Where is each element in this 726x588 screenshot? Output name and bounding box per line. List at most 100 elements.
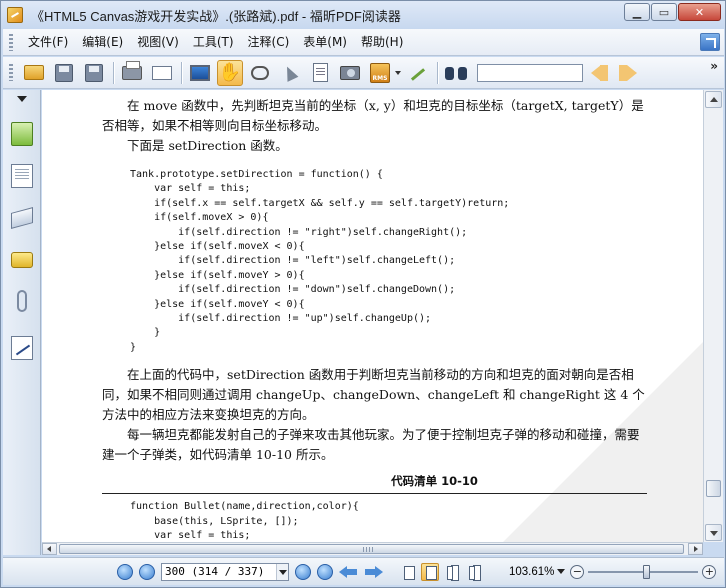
layers-icon[interactable] (11, 207, 33, 229)
horizontal-scrollbar[interactable] (42, 542, 703, 555)
find-next-icon[interactable] (617, 62, 639, 84)
title-bar: 《HTML5 Canvas游戏开发实战》.(张路斌).pdf - 福昕PDF阅读… (1, 1, 725, 29)
paragraph: 下面是 setDirection 函数。 (127, 138, 288, 153)
scroll-right-icon[interactable] (688, 543, 703, 555)
paragraph: 在上面的代码中，setDirection 函数用于判断坦克当前移动的方向和坦克的… (102, 367, 645, 423)
window-controls: ▁ ▭ ✕ (624, 3, 721, 21)
hand-tool-button[interactable]: ✋ (217, 59, 243, 86)
scroll-down-icon[interactable] (705, 524, 722, 541)
comments-icon[interactable] (11, 252, 33, 268)
toolbar-separator (437, 61, 438, 84)
minimize-button[interactable]: ▁ (624, 3, 650, 21)
print-icon (122, 60, 142, 80)
caption-rule (102, 493, 647, 495)
zoom-level[interactable]: 103.61% (509, 566, 554, 578)
save-button[interactable] (51, 60, 77, 86)
toolbar: ✋ RMS » (3, 57, 724, 89)
expand-icon[interactable] (700, 33, 720, 51)
print-button[interactable] (119, 60, 145, 86)
text-select-button[interactable] (307, 60, 333, 86)
open-folder-icon (24, 65, 44, 80)
window-title: 《HTML5 Canvas游戏开发实战》.(张路斌).pdf - 福昕PDF阅读… (31, 8, 401, 24)
open-button[interactable] (21, 60, 47, 86)
facing-view-icon[interactable] (443, 563, 461, 581)
bookmarks-icon[interactable] (11, 122, 33, 146)
hand-tool-icon: ✋ (218, 61, 242, 83)
menu-edit[interactable]: 编辑(E) (75, 32, 130, 52)
page-thumbnails-icon[interactable] (11, 164, 33, 188)
toolbar-separator (181, 61, 182, 84)
menu-view[interactable]: 视图(V) (130, 32, 186, 52)
fullscreen-icon (190, 64, 210, 81)
menu-comment[interactable]: 注释(C) (241, 32, 297, 52)
go-forward-icon[interactable] (365, 564, 385, 580)
thumb-grip (363, 547, 373, 552)
find-button[interactable] (443, 60, 469, 86)
rms-button[interactable]: RMS (367, 60, 393, 86)
maximize-button[interactable]: ▭ (651, 3, 677, 21)
panel-collapse-icon[interactable] (17, 96, 27, 102)
sign-button[interactable] (405, 60, 431, 86)
close-button[interactable]: ✕ (678, 3, 721, 21)
fullscreen-button[interactable] (187, 60, 213, 86)
search-input[interactable] (477, 63, 583, 82)
code-block: function Bullet(name,direction,color){ b… (130, 501, 359, 542)
page-number-value: 300 (314 / 337) (165, 565, 265, 578)
menu-help[interactable]: 帮助(H) (354, 32, 410, 52)
snapshot-icon (340, 65, 360, 80)
go-back-icon[interactable] (339, 564, 359, 580)
menu-bar: 文件(F) 编辑(E) 视图(V) 工具(T) 注释(C) 表单(M) 帮助(H… (3, 29, 724, 56)
scroll-up-icon[interactable] (705, 91, 722, 108)
email-button[interactable] (149, 60, 175, 86)
page-number-field[interactable]: 300 (314 / 337) (161, 562, 289, 581)
find-previous-icon[interactable] (589, 62, 611, 84)
email-icon (152, 65, 172, 80)
zoom-slider-thumb[interactable] (643, 564, 651, 579)
first-page-icon[interactable] (117, 563, 133, 580)
attachments-icon[interactable] (17, 290, 27, 312)
toolbar-overflow-icon[interactable]: » (710, 59, 718, 73)
code-block: Tank.prototype.setDirection = function()… (130, 169, 510, 353)
status-bar: 300 (314 / 337) 103.61% − + (3, 557, 724, 585)
single-page-view-icon[interactable] (399, 563, 417, 581)
signatures-icon[interactable] (11, 336, 33, 360)
select-arrow-icon (281, 63, 299, 82)
continuous-facing-view-icon[interactable] (465, 563, 483, 581)
pdf-page: 在 move 函数中，先判断坦克当前的坐标（x, y）和坦克的目标坐标（targ… (102, 96, 647, 542)
rms-icon: RMS (370, 62, 390, 83)
last-page-icon[interactable] (317, 563, 333, 580)
scroll-left-icon[interactable] (42, 543, 57, 555)
menu-tools[interactable]: 工具(T) (186, 32, 241, 52)
paragraph: 在 move 函数中，先判断坦克当前的坐标（x, y）和坦克的目标坐标（targ… (102, 98, 644, 133)
save-as-button[interactable] (81, 60, 107, 86)
zoom-dropdown-icon[interactable] (557, 569, 566, 574)
page-dropdown-icon[interactable] (276, 563, 288, 580)
text-select-icon (312, 63, 328, 82)
rms-dropdown-icon[interactable] (395, 70, 401, 75)
vertical-scrollbar[interactable] (703, 90, 723, 542)
menu-form[interactable]: 表单(M) (296, 32, 354, 52)
menu-grip[interactable] (9, 33, 13, 51)
navigation-panel (3, 90, 41, 555)
toolbar-grip[interactable] (9, 64, 13, 81)
app-window: 《HTML5 Canvas游戏开发实战》.(张路斌).pdf - 福昕PDF阅读… (0, 0, 726, 588)
previous-page-icon[interactable] (139, 563, 155, 580)
zoom-in-icon[interactable]: + (702, 564, 717, 579)
code-listing-caption: 代码清单 10-10 (391, 474, 478, 489)
loupe-icon (251, 65, 269, 80)
vertical-scroll-thumb[interactable] (706, 480, 721, 497)
sign-icon (408, 63, 428, 83)
foxit-app-icon[interactable] (7, 7, 23, 23)
continuous-view-icon[interactable] (421, 562, 439, 581)
snapshot-button[interactable] (337, 60, 363, 86)
paragraph: 每一辆坦克都能发射自己的子弹来攻击其他玩家。为了便于控制坦克子弹的移动和碰撞，需… (102, 427, 640, 463)
zoom-slider[interactable] (588, 564, 699, 579)
next-page-icon[interactable] (295, 563, 311, 580)
horizontal-scroll-thumb[interactable] (59, 544, 684, 554)
select-button[interactable] (277, 60, 303, 86)
menu-file[interactable]: 文件(F) (21, 32, 75, 52)
loupe-button[interactable] (247, 60, 273, 86)
document-view[interactable]: 在 move 函数中，先判断坦克当前的坐标（x, y）和坦克的目标坐标（targ… (42, 90, 703, 542)
save-as-icon (85, 63, 103, 82)
zoom-out-icon[interactable]: − (570, 564, 585, 579)
